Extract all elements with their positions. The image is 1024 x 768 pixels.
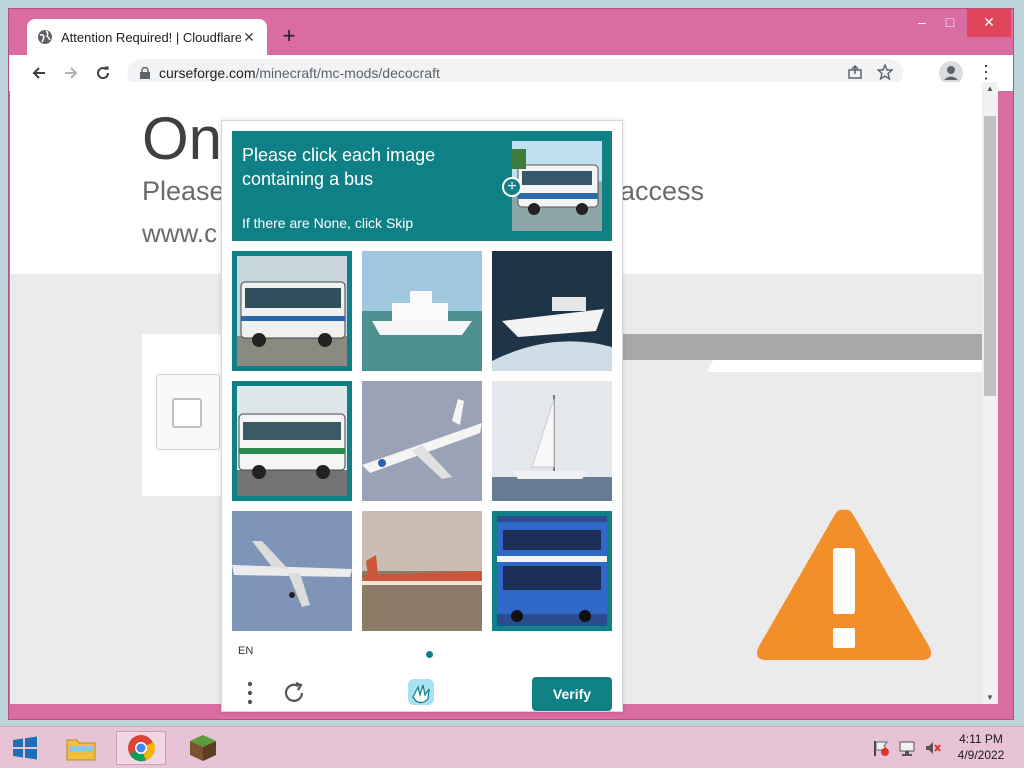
tile-8-airplane[interactable]: [362, 511, 482, 631]
lock-icon[interactable]: [139, 67, 151, 79]
system-tray: [872, 739, 942, 757]
url-host: curseforge.com: [159, 65, 256, 81]
image-grid: [232, 251, 612, 631]
hcaptcha-logo-icon: [408, 679, 434, 705]
skip-hint: If there are None, click Skip: [242, 215, 414, 231]
taskbar-file-explorer[interactable]: [56, 731, 106, 765]
action-center-flag-icon[interactable]: [872, 739, 890, 757]
challenge-instruction: Please click each image containing a bus: [242, 145, 436, 189]
url-path: /minecraft/mc-mods/decocraft: [255, 65, 440, 81]
page-heading: On: [142, 105, 223, 172]
page-site: www.c: [142, 218, 218, 248]
minecraft-icon: [190, 735, 216, 761]
new-tab-button[interactable]: +: [277, 25, 301, 49]
taskbar-minecraft[interactable]: [178, 731, 228, 765]
tile-4-bus[interactable]: [232, 381, 352, 501]
stripe-cutout: [706, 360, 982, 372]
tab-strip: Attention Required! | Cloudflare ✕ + – □…: [9, 9, 1013, 55]
zoom-plus-icon[interactable]: +: [502, 177, 522, 197]
clock-time: 4:11 PM: [959, 732, 1003, 746]
tile-1-bus[interactable]: [232, 251, 352, 371]
chrome-icon: [128, 735, 156, 762]
refresh-icon[interactable]: [282, 681, 306, 705]
verify-button[interactable]: Verify: [532, 677, 612, 711]
tab-active[interactable]: Attention Required! | Cloudflare ✕: [27, 19, 267, 55]
tile-9-double-decker-bus[interactable]: [492, 511, 612, 631]
tile-3-speedboat[interactable]: [492, 251, 612, 371]
warning-icon: [757, 509, 931, 660]
page-subtitle-start: Please: [142, 176, 225, 206]
hcaptcha-challenge: Please click each image containing a bus…: [221, 120, 623, 712]
globe-icon: [38, 30, 52, 44]
tab-close-icon[interactable]: ✕: [241, 29, 257, 46]
scroll-up-icon[interactable]: ▲: [982, 84, 998, 93]
folder-icon: [66, 739, 96, 761]
volume-muted-icon[interactable]: [924, 739, 942, 757]
start-button[interactable]: [0, 731, 50, 765]
language-selector[interactable]: EN: [238, 645, 253, 657]
scroll-thumb[interactable]: [984, 116, 996, 396]
windows-icon: [13, 736, 37, 760]
tab-title: Attention Required! | Cloudflare: [61, 29, 241, 45]
human-checkbox[interactable]: [172, 398, 202, 428]
example-bus-image: [512, 141, 602, 231]
grey-stripe: [606, 334, 982, 360]
tile-5-airplane[interactable]: [362, 381, 482, 501]
more-options-icon[interactable]: [242, 679, 258, 707]
network-icon[interactable]: [898, 739, 916, 757]
challenge-header: Please click each image containing a bus…: [232, 131, 612, 241]
bookmark-star-icon[interactable]: [877, 64, 893, 80]
maximize-button[interactable]: □: [933, 9, 967, 37]
page-subtitle-end: access: [620, 176, 705, 206]
share-icon[interactable]: [847, 64, 863, 80]
taskbar: 4:11 PM 4/9/2022: [0, 726, 1024, 768]
page-indicator-dot: [426, 651, 433, 658]
clock-date: 4/9/2022: [957, 748, 1005, 762]
tile-2-ferry[interactable]: [362, 251, 482, 371]
tile-7-airplane[interactable]: [232, 511, 352, 631]
taskbar-clock[interactable]: 4:11 PM 4/9/2022: [950, 731, 1012, 763]
tile-6-sailboat[interactable]: [492, 381, 612, 501]
taskbar-chrome[interactable]: [116, 731, 166, 765]
close-window-button[interactable]: ✕: [967, 9, 1011, 37]
scroll-down-icon[interactable]: ▼: [982, 693, 998, 702]
